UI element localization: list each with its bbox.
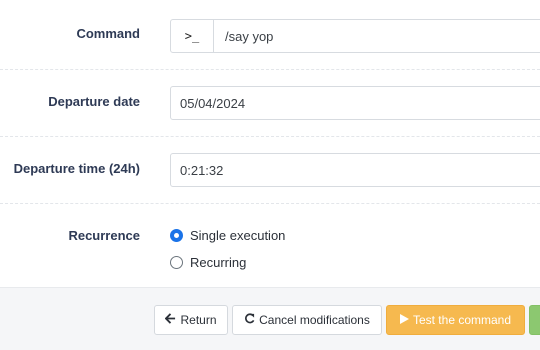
departure-time-value: 0:21:32 [180, 162, 224, 178]
departure-time-label: Departure time (24h) [13, 161, 140, 176]
departure-date-value: 05/04/2024 [180, 95, 246, 111]
command-input[interactable]: /say yop [213, 19, 540, 53]
return-label: Return [180, 313, 217, 327]
return-button[interactable]: Return [154, 305, 228, 335]
cancel-modifications-label: Cancel modifications [259, 313, 370, 327]
command-label: Command [76, 26, 140, 41]
separator [0, 69, 540, 70]
cancel-modifications-button[interactable]: Cancel modifications [232, 305, 382, 335]
undo-icon [244, 313, 255, 327]
separator [0, 136, 540, 137]
recurrence-option-label: Recurring [190, 255, 247, 270]
command-value: /say yop [225, 28, 274, 44]
arrow-left-icon [165, 313, 176, 327]
recurrence-option-label: Single execution [190, 228, 286, 243]
separator [0, 203, 540, 204]
radio-single-execution[interactable] [170, 229, 183, 242]
save-button[interactable] [529, 305, 540, 335]
departure-time-input[interactable]: 0:21:32 [170, 153, 540, 187]
recurrence-option-recurring[interactable]: Recurring [170, 255, 246, 270]
test-command-button[interactable]: Test the command [386, 305, 525, 335]
form-area: Command >_ /say yop Departure date 05/04… [0, 0, 540, 287]
recurrence-label: Recurrence [68, 228, 140, 243]
recurrence-option-single[interactable]: Single execution [170, 228, 285, 243]
command-prompt-addon: >_ [170, 19, 214, 53]
departure-date-input[interactable]: 05/04/2024 [170, 86, 540, 120]
test-command-label: Test the command [412, 313, 512, 327]
play-icon [399, 313, 409, 327]
departure-date-label: Departure date [48, 94, 140, 109]
radio-recurring[interactable] [170, 256, 183, 269]
